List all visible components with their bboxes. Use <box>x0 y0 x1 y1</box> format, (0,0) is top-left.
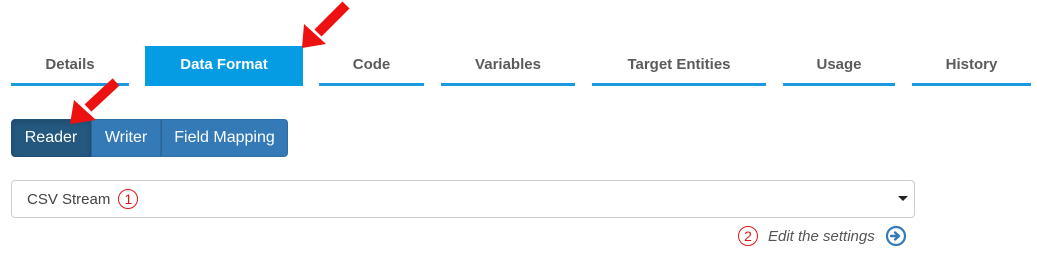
tab-bar: Details Data Format Code Variables Targe… <box>0 46 1037 88</box>
arrow-right-circle-icon[interactable] <box>885 225 907 247</box>
data-format-select[interactable]: CSV Stream 1 <box>11 180 915 218</box>
edit-settings-row: 2 Edit the settings <box>738 224 907 248</box>
tab-target-entities[interactable]: Target Entities <box>592 46 766 86</box>
callout-marker-2: 2 <box>738 226 758 246</box>
pointer-arrow-icon <box>302 1 350 48</box>
field-mapping-button[interactable]: Field Mapping <box>161 119 288 157</box>
tab-history[interactable]: History <box>912 46 1031 86</box>
reader-writer-button-group: Reader Writer Field Mapping <box>11 119 288 157</box>
pointer-arrow-icon <box>70 78 120 124</box>
tab-code[interactable]: Code <box>319 46 424 86</box>
tab-data-format[interactable]: Data Format <box>145 46 303 86</box>
dropdown-caret-icon[interactable] <box>898 196 908 201</box>
callout-marker-1: 1 <box>118 189 139 209</box>
tab-usage[interactable]: Usage <box>783 46 895 86</box>
select-value: CSV Stream <box>27 190 111 208</box>
edit-settings-label[interactable]: Edit the settings <box>768 228 875 245</box>
tab-variables[interactable]: Variables <box>441 46 575 86</box>
